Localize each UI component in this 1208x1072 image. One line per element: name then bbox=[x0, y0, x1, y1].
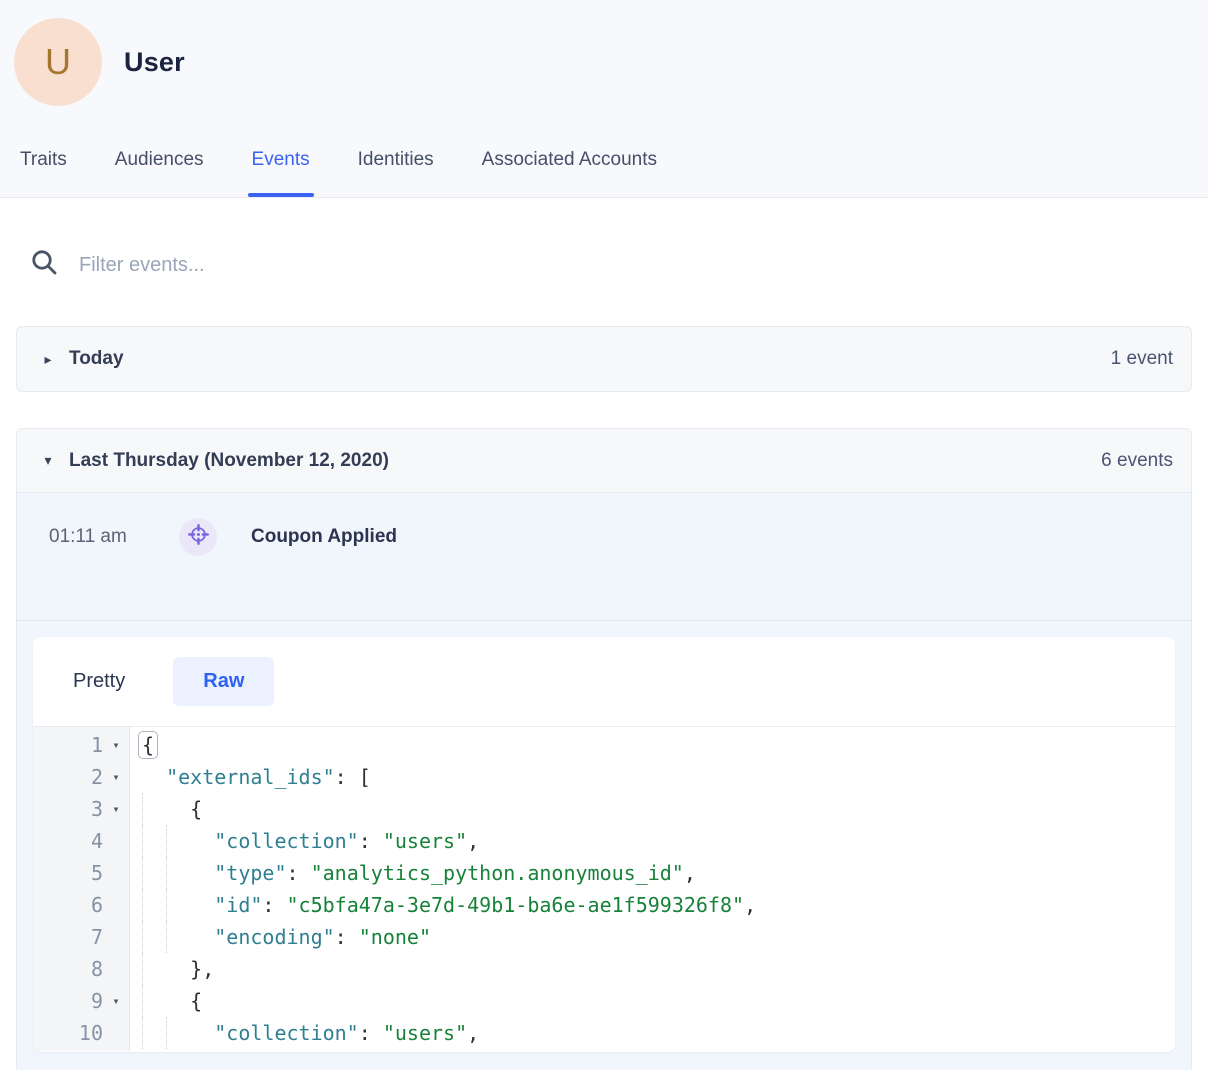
chevron-down-icon[interactable]: ▾ bbox=[41, 452, 55, 469]
tab-raw[interactable]: Raw bbox=[173, 657, 274, 706]
line-number: 10 bbox=[33, 1017, 103, 1049]
code-text: "encoding": "none" bbox=[129, 921, 431, 953]
group-header-last-thursday[interactable]: ▾ Last Thursday (November 12, 2020) 6 ev… bbox=[17, 429, 1191, 493]
fold-caret-icon[interactable]: ▾ bbox=[103, 761, 129, 793]
tab-traits[interactable]: Traits bbox=[20, 149, 67, 197]
line-number: 9 bbox=[33, 985, 103, 1017]
fold-caret-icon[interactable]: ▾ bbox=[103, 793, 129, 825]
line-number: 3 bbox=[33, 793, 103, 825]
event-name: Coupon Applied bbox=[251, 526, 397, 548]
code-line: 6 "id": "c5bfa47a-3e7d-49b1-ba6e-ae1f5993… bbox=[33, 889, 1175, 921]
event-row-coupon-applied[interactable]: 01:11 am Coupon Applied bbox=[17, 493, 1191, 621]
event-row-inner: 01:11 am Coupon Applied bbox=[49, 517, 1191, 557]
tab-associated-accounts[interactable]: Associated Accounts bbox=[482, 149, 657, 197]
code-line: 9▾{ bbox=[33, 985, 1175, 1017]
event-badge bbox=[179, 518, 217, 556]
chevron-right-icon[interactable]: ▸ bbox=[41, 351, 55, 368]
group-event-count: 6 events bbox=[1101, 450, 1173, 472]
code-line: 4 "collection": "users", bbox=[33, 825, 1175, 857]
tab-pretty[interactable]: Pretty bbox=[73, 670, 125, 693]
fold-caret-empty bbox=[103, 1017, 129, 1049]
line-number: 1 bbox=[33, 729, 103, 761]
code-line: 3▾{ bbox=[33, 793, 1175, 825]
event-group-last-thursday: ▾ Last Thursday (November 12, 2020) 6 ev… bbox=[16, 428, 1192, 1070]
line-number: 7 bbox=[33, 921, 103, 953]
tab-identities[interactable]: Identities bbox=[358, 149, 434, 197]
avatar: U bbox=[14, 18, 102, 106]
identity-row: U User bbox=[0, 0, 1208, 106]
fold-caret-empty bbox=[103, 953, 129, 985]
line-number: 6 bbox=[33, 889, 103, 921]
fold-caret-empty bbox=[103, 921, 129, 953]
code-line: 7 "encoding": "none" bbox=[33, 921, 1175, 953]
tab-events[interactable]: Events bbox=[252, 149, 310, 197]
group-title: Today bbox=[69, 348, 124, 370]
code-text: "type": "analytics_python.anonymous_id", bbox=[129, 857, 696, 889]
fold-caret-icon[interactable]: ▾ bbox=[103, 985, 129, 1017]
event-payload: Pretty Raw 1▾{2▾"external_ids": [3▾{4"co… bbox=[17, 621, 1191, 1070]
group-header-today[interactable]: ▸ Today 1 event bbox=[17, 327, 1191, 391]
code-text: }, bbox=[129, 953, 214, 985]
code-text: "collection": "users", bbox=[129, 825, 479, 857]
code-line: 10 "collection": "users", bbox=[33, 1017, 1175, 1049]
profile-header: U User Traits Audiences Events Identities As… bbox=[0, 0, 1208, 198]
event-time: 01:11 am bbox=[49, 526, 163, 548]
code-text: { bbox=[129, 985, 202, 1017]
payload-viewer-tabs: Pretty Raw bbox=[33, 637, 1175, 727]
group-title: Last Thursday (November 12, 2020) bbox=[69, 450, 389, 472]
code-text: "external_ids": [ bbox=[129, 761, 371, 793]
search-icon bbox=[30, 248, 59, 282]
code-line: 1▾{ bbox=[33, 729, 1175, 761]
code-line: 8}, bbox=[33, 953, 1175, 985]
line-number: 5 bbox=[33, 857, 103, 889]
code-text: "collection": "users", bbox=[129, 1017, 479, 1049]
line-number: 2 bbox=[33, 761, 103, 793]
line-number: 8 bbox=[33, 953, 103, 985]
fold-caret-empty bbox=[103, 857, 129, 889]
tab-audiences[interactable]: Audiences bbox=[115, 149, 204, 197]
payload-viewer-card: Pretty Raw 1▾{2▾"external_ids": [3▾{4"co… bbox=[33, 637, 1175, 1052]
code-text: { bbox=[129, 729, 158, 761]
page-title: User bbox=[124, 47, 185, 78]
fold-caret-empty bbox=[103, 825, 129, 857]
code-line: 2▾"external_ids": [ bbox=[33, 761, 1175, 793]
tab-bar: Traits Audiences Events Identities Associate… bbox=[20, 149, 657, 197]
target-icon bbox=[186, 522, 211, 552]
code-line: 5 "type": "analytics_python.anonymous_id"… bbox=[33, 857, 1175, 889]
filter-row bbox=[30, 248, 1208, 282]
fold-caret-empty bbox=[103, 889, 129, 921]
raw-json-editor[interactable]: 1▾{2▾"external_ids": [3▾{4"collection": … bbox=[33, 727, 1175, 1051]
event-group-today[interactable]: ▸ Today 1 event bbox=[16, 326, 1192, 392]
code-text: { bbox=[129, 793, 202, 825]
filter-events-input[interactable] bbox=[79, 254, 599, 277]
line-number: 4 bbox=[33, 825, 103, 857]
group-event-count: 1 event bbox=[1111, 348, 1173, 370]
fold-caret-icon[interactable]: ▾ bbox=[103, 729, 129, 761]
code-text: "id": "c5bfa47a-3e7d-49b1-ba6e-ae1f59932… bbox=[129, 889, 756, 921]
